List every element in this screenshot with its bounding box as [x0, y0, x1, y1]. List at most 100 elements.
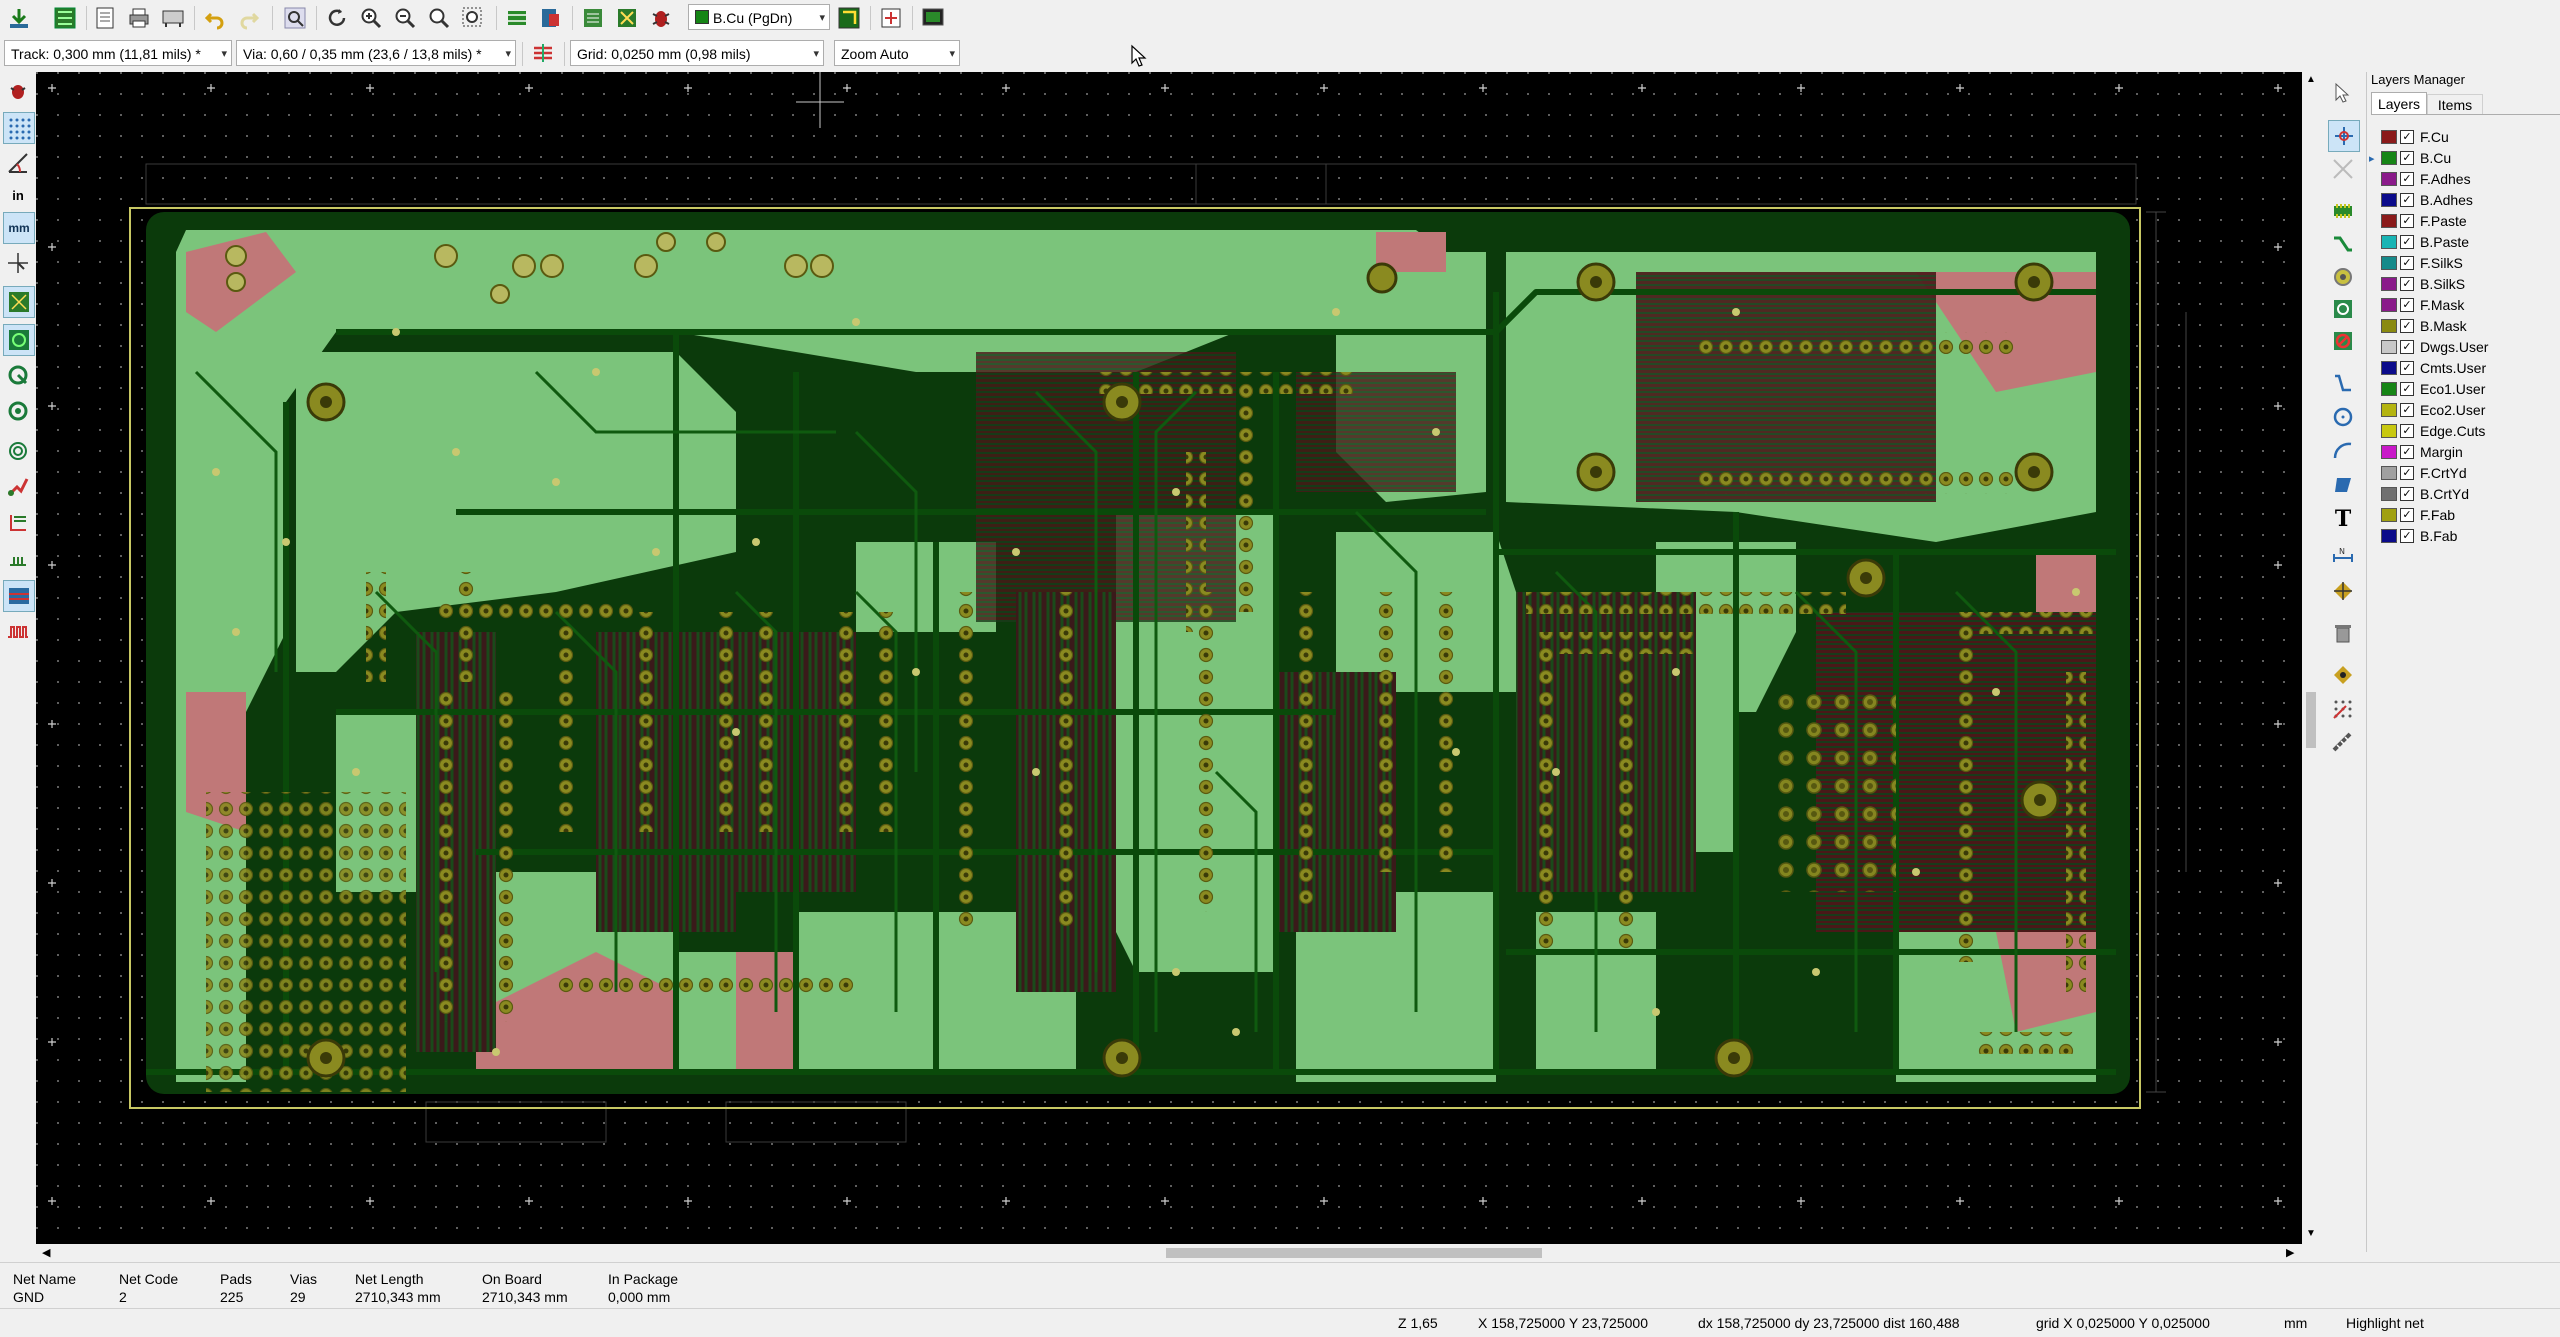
scripting-icon[interactable] — [876, 3, 906, 33]
zoom-select[interactable]: Zoom Auto ▾ — [834, 40, 960, 66]
layer-visibility-checkbox[interactable]: ✓ — [2400, 508, 2414, 522]
layer-color-swatch[interactable] — [2381, 466, 2397, 480]
layer-visibility-checkbox[interactable]: ✓ — [2400, 193, 2414, 207]
horizontal-scrollbar[interactable]: ◀ ▶ — [36, 1244, 2302, 1262]
layer-row[interactable]: ✓ F.CrtYd — [2381, 463, 2467, 483]
layer-visibility-checkbox[interactable]: ✓ — [2400, 403, 2414, 417]
layer-color-swatch[interactable] — [2381, 382, 2397, 396]
highlight-net-icon[interactable] — [2328, 120, 2360, 152]
layer-visibility-checkbox[interactable]: ✓ — [2400, 298, 2414, 312]
footprint-viewer-icon[interactable] — [578, 3, 608, 33]
layer-color-swatch[interactable] — [2381, 529, 2397, 543]
pad-sketch-icon[interactable] — [3, 396, 33, 426]
drc-icon[interactable] — [646, 3, 676, 33]
zoom-selection-icon[interactable] — [458, 3, 488, 33]
add-target-icon[interactable] — [2328, 576, 2358, 606]
local-ratsnest-icon[interactable] — [2328, 154, 2358, 184]
zoom-out-icon[interactable] — [390, 3, 420, 33]
layer-color-swatch[interactable] — [2381, 193, 2397, 207]
zoom-fit-icon[interactable] — [424, 3, 454, 33]
layer-row[interactable]: ✓ Cmts.User — [2381, 358, 2486, 378]
layer-row[interactable]: ✓ Dwgs.User — [2381, 337, 2488, 357]
layer-row[interactable]: ✓ B.Paste — [2381, 232, 2469, 252]
save-board-icon[interactable] — [4, 3, 34, 33]
inch-units-icon[interactable]: in — [3, 180, 33, 210]
layer-color-swatch[interactable] — [2381, 151, 2397, 165]
grid-select[interactable]: Grid: 0,0250 mm (0,98 mils) ▾ — [570, 40, 824, 66]
footprint-library-icon[interactable] — [536, 3, 566, 33]
add-dimension-icon[interactable]: N — [2328, 542, 2358, 572]
set-origin-icon[interactable] — [2328, 660, 2358, 690]
track-width-select[interactable]: Track: 0,300 mm (11,81 mils) * ▾ — [4, 40, 232, 66]
add-text-icon[interactable]: T — [2328, 504, 2358, 534]
horizontal-scroll-thumb[interactable] — [1166, 1248, 1542, 1258]
netlist-icon[interactable] — [502, 3, 532, 33]
grid-origin-icon[interactable] — [2328, 694, 2358, 724]
add-keepout-icon[interactable] — [2328, 326, 2358, 356]
layer-row[interactable]: ✓ F.Fab — [2381, 505, 2455, 525]
vertical-scroll-thumb[interactable] — [2306, 692, 2316, 748]
pcb-canvas[interactable] — [36, 72, 2302, 1244]
autorouter-icon[interactable] — [612, 3, 642, 33]
layer-color-swatch[interactable] — [2381, 172, 2397, 186]
layer-visibility-checkbox[interactable]: ✓ — [2400, 172, 2414, 186]
delete-icon[interactable] — [2328, 618, 2358, 648]
layer-visibility-checkbox[interactable]: ✓ — [2400, 340, 2414, 354]
page-settings-icon[interactable] — [90, 3, 120, 33]
add-polygon-icon[interactable] — [2328, 470, 2358, 500]
scroll-down-icon[interactable]: ▼ — [2306, 1228, 2316, 1239]
layer-color-swatch[interactable] — [2381, 214, 2397, 228]
add-arc-icon[interactable] — [2328, 436, 2358, 466]
redraw-icon[interactable] — [322, 3, 352, 33]
layer-color-swatch[interactable] — [2381, 424, 2397, 438]
layer-visibility-checkbox[interactable]: ✓ — [2400, 256, 2414, 270]
vertical-scrollbar[interactable]: ▲ ▼ — [2302, 72, 2320, 1244]
layer-visibility-checkbox[interactable]: ✓ — [2400, 529, 2414, 543]
layer-visibility-checkbox[interactable]: ✓ — [2400, 277, 2414, 291]
cursor-shape-icon[interactable] — [3, 248, 33, 278]
route-track-icon[interactable] — [2328, 230, 2358, 260]
layer-row[interactable]: ✓ F.SilkS — [2381, 253, 2463, 273]
layer-row[interactable]: ✓ Eco1.User — [2381, 379, 2485, 399]
redo-icon[interactable] — [234, 3, 264, 33]
layer-row[interactable]: ▸ ✓ B.Cu — [2369, 148, 2451, 168]
add-circle-icon[interactable] — [2328, 402, 2358, 432]
zone-outline-icon[interactable] — [3, 360, 33, 390]
layer-visibility-checkbox[interactable]: ✓ — [2400, 445, 2414, 459]
layer-row[interactable]: ✓ F.Cu — [2381, 127, 2449, 147]
layer-color-swatch[interactable] — [2381, 130, 2397, 144]
via-size-select[interactable]: Via: 0,60 / 0,35 mm (23,6 / 13,8 mils) *… — [236, 40, 516, 66]
print-icon[interactable] — [124, 3, 154, 33]
polar-coords-icon[interactable] — [3, 148, 33, 178]
layer-visibility-checkbox[interactable]: ✓ — [2400, 424, 2414, 438]
layer-row[interactable]: ✓ Eco2.User — [2381, 400, 2485, 420]
layer-color-swatch[interactable] — [2381, 508, 2397, 522]
layer-color-swatch[interactable] — [2381, 277, 2397, 291]
layer-row[interactable]: ✓ Margin — [2381, 442, 2463, 462]
layer-row[interactable]: ✓ B.Mask — [2381, 316, 2467, 336]
layer-color-swatch[interactable] — [2381, 298, 2397, 312]
layer-visibility-checkbox[interactable]: ✓ — [2400, 466, 2414, 480]
find-icon[interactable] — [280, 3, 310, 33]
layer-color-swatch[interactable] — [2381, 256, 2397, 270]
layer-color-swatch[interactable] — [2381, 403, 2397, 417]
auto-track-width-icon[interactable] — [528, 38, 558, 68]
scroll-up-icon[interactable]: ▲ — [2306, 74, 2316, 85]
mm-units-icon[interactable]: mm — [3, 212, 35, 244]
layer-color-swatch[interactable] — [2381, 361, 2397, 375]
layer-visibility-checkbox[interactable]: ✓ — [2400, 151, 2414, 165]
layer-select[interactable]: B.Cu (PgDn) ▾ — [688, 4, 830, 30]
layer-color-swatch[interactable] — [2381, 235, 2397, 249]
layer-row[interactable]: ✓ B.CrtYd — [2381, 484, 2469, 504]
3d-viewer-icon[interactable] — [918, 3, 948, 33]
layer-color-swatch[interactable] — [2381, 319, 2397, 333]
layer-visibility-checkbox[interactable]: ✓ — [2400, 214, 2414, 228]
ratsnest-icon[interactable] — [3, 286, 35, 318]
layer-row[interactable]: ✓ F.Paste — [2381, 211, 2467, 231]
layer-row[interactable]: ✓ Edge.Cuts — [2381, 421, 2485, 441]
layer-visibility-checkbox[interactable]: ✓ — [2400, 130, 2414, 144]
select-icon[interactable] — [2328, 78, 2358, 108]
layer-row[interactable]: ✓ F.Adhes — [2381, 169, 2471, 189]
zoom-in-icon[interactable] — [356, 3, 386, 33]
layers-display-icon[interactable] — [3, 580, 35, 612]
